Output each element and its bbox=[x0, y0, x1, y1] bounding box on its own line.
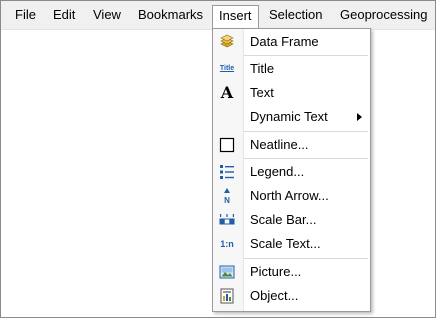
menu-item-label: Scale Bar... bbox=[250, 212, 317, 227]
menu-file[interactable]: File bbox=[9, 5, 42, 25]
menu-item-label: Dynamic Text bbox=[250, 109, 328, 124]
scale-bar-icon bbox=[219, 214, 235, 225]
menu-item-north-arrow[interactable]: N North Arrow... bbox=[213, 185, 370, 207]
menu-item-picture[interactable]: Picture... bbox=[213, 261, 370, 283]
menu-separator bbox=[244, 55, 368, 56]
picture-icon bbox=[219, 265, 235, 279]
menu-item-label: Legend... bbox=[250, 164, 305, 179]
menu-item-dynamic-text[interactable]: Dynamic Text bbox=[213, 106, 370, 128]
north-arrow-icon: N bbox=[224, 188, 230, 204]
object-icon bbox=[220, 288, 234, 304]
title-icon: Title bbox=[219, 65, 235, 72]
menu-item-scale-bar[interactable]: Scale Bar... bbox=[213, 209, 370, 231]
menu-item-neatline[interactable]: Neatline... bbox=[213, 134, 370, 156]
menu-item-label: Picture... bbox=[250, 264, 302, 279]
menu-bar: File Edit View Bookmarks Insert Selectio… bbox=[1, 1, 435, 30]
menu-item-text[interactable]: A Text bbox=[213, 82, 370, 104]
menu-item-label: Data Frame bbox=[250, 34, 319, 49]
menu-geoprocessing[interactable]: Geoprocessing bbox=[334, 5, 433, 25]
menu-item-scale-text[interactable]: 1:n Scale Text... bbox=[213, 233, 370, 255]
menu-item-object[interactable]: Object... bbox=[213, 285, 370, 307]
data-frame-icon bbox=[220, 34, 234, 48]
menu-selection[interactable]: Selection bbox=[263, 5, 328, 25]
menu-bookmarks[interactable]: Bookmarks bbox=[132, 5, 209, 25]
legend-icon bbox=[220, 165, 234, 179]
scale-text-icon: 1:n bbox=[220, 239, 234, 249]
menu-item-label: Title bbox=[250, 61, 275, 76]
neatline-icon bbox=[219, 137, 235, 153]
insert-dropdown-menu: Data Frame Title Title A Text Dynamic Te… bbox=[212, 28, 371, 312]
svg-text:N: N bbox=[224, 196, 230, 204]
menu-item-label: North Arrow... bbox=[250, 188, 329, 203]
menu-view[interactable]: View bbox=[87, 5, 127, 25]
menu-separator bbox=[244, 158, 368, 159]
menu-item-legend[interactable]: Legend... bbox=[213, 161, 370, 183]
menu-item-data-frame[interactable]: Data Frame bbox=[213, 31, 370, 53]
menu-item-label: Object... bbox=[250, 288, 299, 303]
menu-separator bbox=[244, 258, 368, 259]
menu-item-label: Neatline... bbox=[250, 137, 309, 152]
menu-item-label: Text bbox=[250, 85, 274, 100]
menu-item-title[interactable]: Title Title bbox=[213, 58, 370, 80]
menu-separator bbox=[244, 131, 368, 132]
text-icon: A bbox=[220, 83, 234, 102]
app-window: File Edit View Bookmarks Insert Selectio… bbox=[0, 0, 436, 318]
submenu-arrow-icon bbox=[357, 113, 362, 121]
menu-edit[interactable]: Edit bbox=[47, 5, 81, 25]
menu-insert[interactable]: Insert bbox=[212, 5, 259, 30]
menu-item-label: Scale Text... bbox=[250, 236, 321, 251]
